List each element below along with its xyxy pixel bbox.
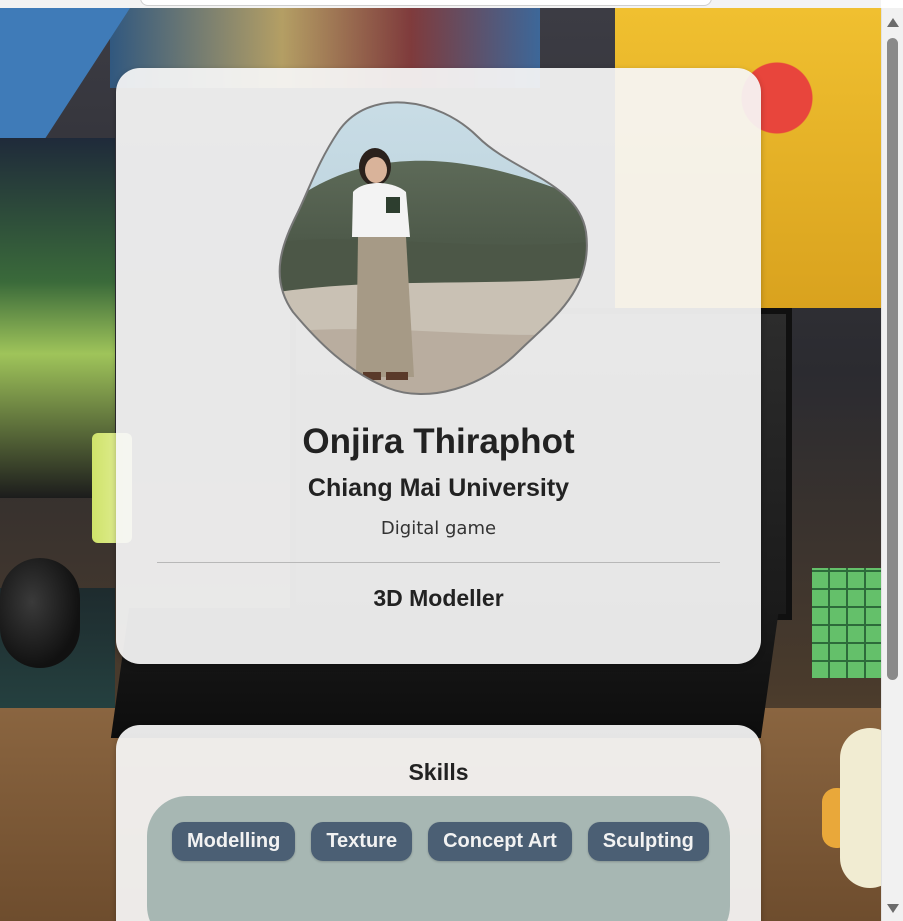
bg-mouse: [0, 558, 80, 668]
profile-role: 3D Modeller: [373, 585, 504, 611]
skills-title: Skills: [408, 759, 469, 785]
triangle-up-icon[interactable]: [887, 18, 899, 27]
skill-tag-sculpting: Sculpting: [587, 822, 709, 861]
page-viewport: Onjira Thiraphot Chiang Mai University D…: [0, 0, 903, 921]
bg-duck: [840, 728, 881, 888]
address-bar-edge[interactable]: [140, 0, 712, 6]
bg-cube: [812, 568, 881, 678]
skill-tag-texture: Texture: [311, 822, 413, 861]
scrollbar-thumb[interactable]: [887, 38, 898, 680]
skill-tag-concept-art: Concept Art: [428, 822, 572, 861]
skill-tag-modelling: Modelling: [172, 822, 296, 861]
vertical-scrollbar[interactable]: [881, 8, 903, 921]
profile-university: Chiang Mai University: [307, 474, 570, 502]
profile-photo: [278, 101, 588, 395]
profile-major: Digital game: [380, 518, 497, 539]
skills-list-container: Modelling Texture Concept Art Sculpting: [147, 796, 730, 921]
triangle-down-icon[interactable]: [887, 904, 899, 913]
profile-name: Onjira Thiraphot: [302, 422, 575, 461]
browser-top-strip: [0, 0, 881, 8]
profile-card: Onjira Thiraphot Chiang Mai University D…: [116, 68, 761, 664]
profile-divider: [157, 562, 720, 563]
skills-tags: Modelling Texture Concept Art Sculpting: [172, 822, 712, 861]
skills-card: Skills Modelling Texture Concept Art Scu…: [116, 725, 761, 921]
